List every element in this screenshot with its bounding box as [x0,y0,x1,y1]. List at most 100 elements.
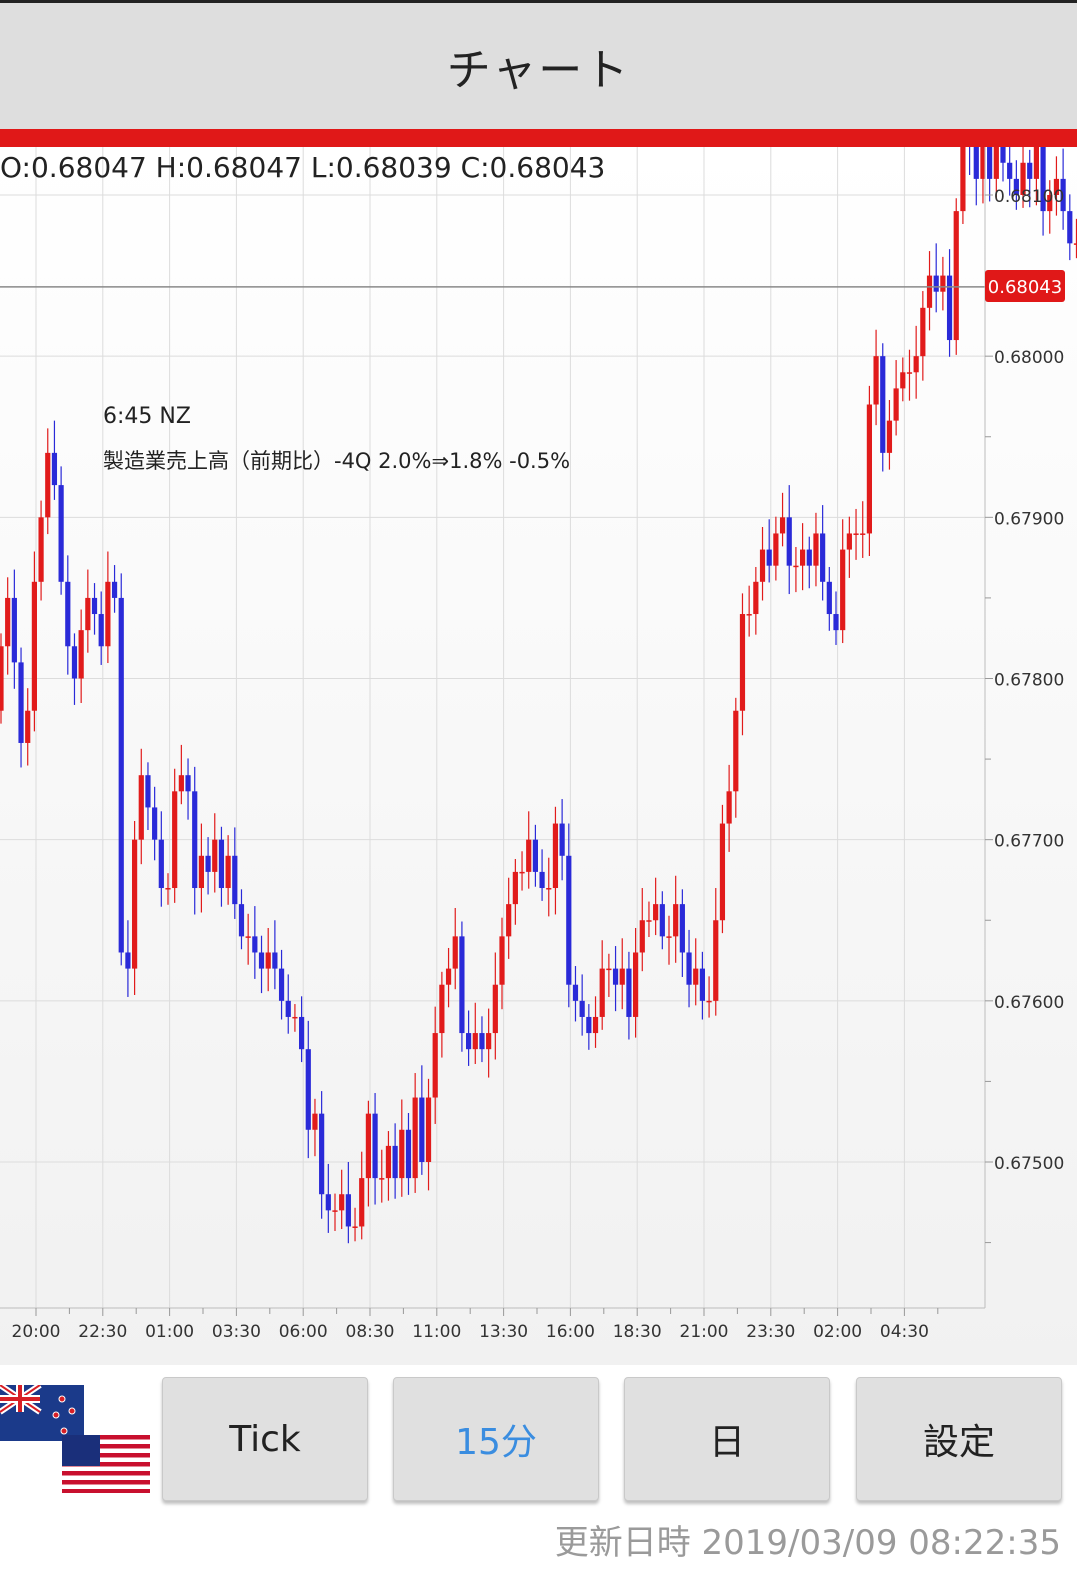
candle-body [452,936,458,969]
candle-body [973,147,979,179]
candle-body [806,549,812,566]
candle-body [111,581,118,598]
candle-body [5,597,11,647]
candle-body [145,775,151,808]
currency-pair-flags[interactable] [0,1382,152,1495]
candle-body [933,275,939,292]
candle-body [319,1113,325,1195]
candle-body [205,855,211,872]
candle-body [18,662,24,743]
x-tick-label: 20:00 [12,1322,61,1342]
candle-body [813,533,819,566]
candle-body [65,581,71,647]
candle-body [132,839,138,969]
candle-body [733,710,739,792]
candle-body [853,533,859,535]
candle-body [439,984,445,1034]
app-header: チャート [0,3,1077,129]
candle-body [846,533,852,550]
candle-body [98,614,104,647]
15min-button-label: 15分 [455,1422,537,1463]
candle-body [993,147,999,179]
candle-body [1007,162,1013,179]
candle-body [172,791,178,889]
candle-body [753,581,759,615]
current-price-text: 0.68043 [988,277,1062,298]
candle-body [599,968,605,1017]
candle-body [706,1000,712,1003]
x-tick-label: 08:30 [346,1322,395,1342]
candle-body [546,888,552,890]
daily-button[interactable]: 日 [624,1377,830,1501]
candle-body [238,904,245,937]
x-tick-label: 16:00 [546,1322,595,1342]
candle-body [1000,147,1006,163]
y-tick-label: 0.67800 [994,671,1064,691]
candle-body [399,1129,405,1179]
candle-body [332,1210,338,1212]
candle-body [659,904,665,937]
candle-body [305,1049,311,1130]
candle-body [185,775,191,792]
event-time: 6:45 NZ [103,404,191,429]
candle-body [345,1194,351,1227]
candle-body [492,984,498,1034]
x-tick-label: 04:30 [880,1322,929,1342]
candle-body [793,565,799,568]
candle-body [646,920,652,922]
candle-body [800,549,806,566]
current-price-label: 0.68043 [985,270,1065,302]
candle-body [519,871,525,874]
x-tick-label: 01:00 [145,1322,194,1342]
settings-button[interactable]: 設定 [856,1377,1062,1501]
candle-body [419,1097,425,1162]
candle-body [292,1016,298,1019]
candle-body [339,1194,345,1211]
candle-body [953,211,959,341]
candle-body [245,936,251,938]
candle-body [626,968,632,1017]
candle-body [278,968,285,1001]
candle-body [686,952,692,985]
candle-body [365,1113,371,1179]
y-tick-label: 0.68000 [994,348,1064,368]
candle-body [679,904,685,953]
candle-body [559,823,565,856]
tick-button[interactable]: Tick [162,1377,368,1501]
candle-body [539,871,545,889]
candle-body [786,517,792,566]
candle-body [699,968,705,1001]
candle-body [385,1145,392,1179]
candle-body [592,1016,599,1034]
us-flag-icon [62,1435,150,1493]
x-tick-label: 23:30 [746,1322,795,1342]
candle-body [158,839,164,889]
candle-body [512,871,518,905]
candlestick-chart[interactable]: 0.68100 0.68000 0.67900 0.67800 0.67700 0.676… [0,147,1077,1365]
y-tick-label: 0.67700 [994,832,1064,852]
candle-body [445,968,452,985]
15min-button[interactable]: 15分 [393,1377,599,1501]
update-timestamp: 更新日時 2019/03/09 08:22:35 [554,1523,1061,1563]
candle-body [586,1016,592,1034]
x-tick-label: 22:30 [78,1322,127,1342]
candle-body [506,904,512,937]
candle-body [152,807,158,840]
candle-body [25,710,31,743]
candle-body [1067,211,1073,244]
candle-body [739,614,746,711]
candle-body [459,936,465,1034]
candle-body [820,533,826,582]
candle-body [472,1033,478,1050]
candle-body [412,1097,418,1179]
candle-body [693,968,699,985]
candle-body [85,597,91,631]
candle-body [880,356,886,453]
candle-body [265,952,271,969]
y-tick-label: 0.67900 [994,509,1064,529]
candle-body [45,452,51,518]
candle-body [572,984,579,1001]
daily-button-label: 日 [708,1422,745,1463]
candle-body [526,839,532,872]
candle-body [31,581,37,711]
